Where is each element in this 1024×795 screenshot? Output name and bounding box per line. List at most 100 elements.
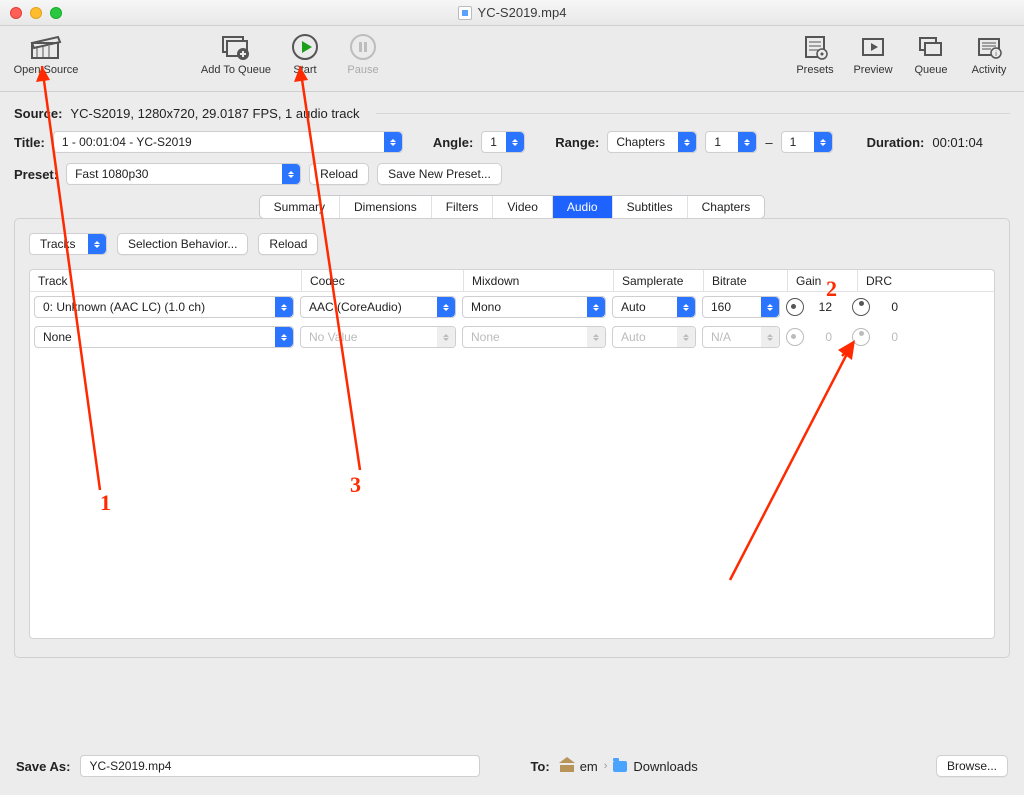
gain-knob-icon [786,328,804,346]
pause-button[interactable]: Pause [334,30,392,76]
track-select[interactable]: 0: Unknown (AAC LC) (1.0 ch) [34,296,294,318]
range-from-select[interactable]: 1 [705,131,757,153]
tracks-menu[interactable]: Tracks [29,233,107,255]
col-samplerate[interactable]: Samplerate [614,270,704,291]
images-plus-icon [219,32,253,62]
col-mixdown[interactable]: Mixdown [464,270,614,291]
gain-value: 0 [814,330,832,344]
range-dash: – [765,135,772,150]
clapperboard-icon [29,32,63,62]
angle-label: Angle: [433,135,473,150]
col-track[interactable]: Track [30,270,302,291]
gain-knob-icon[interactable] [786,298,804,316]
settings-tabs: Summary Dimensions Filters Video Audio S… [259,195,766,219]
samplerate-select[interactable]: Auto [612,296,696,318]
angle-select[interactable]: 1 [481,131,525,153]
col-drc[interactable]: DRC [858,270,928,291]
preview-icon [856,32,890,62]
codec-select[interactable]: AAC (CoreAudio) [300,296,456,318]
drc-knob-icon [852,328,870,346]
divider [376,113,1011,114]
source-value: YC-S2019, 1280x720, 29.0187 FPS, 1 audio… [70,106,359,121]
play-icon [288,32,322,62]
activity-icon: i [972,32,1006,62]
browse-button[interactable]: Browse... [936,755,1008,777]
range-from-value: 1 [714,135,721,149]
range-type-select[interactable]: Chapters [607,131,697,153]
range-label: Range: [555,135,599,150]
add-to-queue-label: Add To Queue [201,64,271,76]
preview-button[interactable]: Preview [844,30,902,76]
open-source-label: Open Source [14,64,79,76]
main-toolbar: Open Source Add To Queue Start Pause Pre… [0,26,1024,92]
col-codec[interactable]: Codec [302,270,464,291]
preset-label: Preset: [14,167,58,182]
angle-value: 1 [490,135,497,149]
window-title: YC-S2019.mp4 [478,5,567,20]
col-gain[interactable]: Gain [788,270,858,291]
tab-audio[interactable]: Audio [553,196,613,218]
file-icon [458,6,472,20]
presets-button[interactable]: Presets [786,30,844,76]
preset-reload-button[interactable]: Reload [309,163,369,185]
presets-icon [798,32,832,62]
add-to-queue-button[interactable]: Add To Queue [196,30,276,76]
tab-dimensions[interactable]: Dimensions [340,196,432,218]
selection-behavior-button[interactable]: Selection Behavior... [117,233,248,255]
destination-path[interactable]: em › Downloads [560,759,698,774]
audio-track-row: 0: Unknown (AAC LC) (1.0 ch) AAC (CoreAu… [30,292,994,322]
save-as-label: Save As: [16,759,70,774]
source-label: Source: [14,106,62,121]
tab-summary[interactable]: Summary [260,196,340,218]
window-titlebar: YC-S2019.mp4 [0,0,1024,26]
mixdown-select: None [462,326,606,348]
gain-value: 12 [814,300,832,314]
tab-subtitles[interactable]: Subtitles [613,196,688,218]
drc-value: 0 [880,300,898,314]
start-label: Start [293,64,316,76]
home-icon [560,760,574,772]
preset-select[interactable]: Fast 1080p30 [66,163,301,185]
col-bitrate[interactable]: Bitrate [704,270,788,291]
path-user: em [580,759,598,774]
start-button[interactable]: Start [276,30,334,76]
folder-icon [613,761,627,772]
bitrate-select[interactable]: 160 [702,296,780,318]
audio-tracks-table: Track Codec Mixdown Samplerate Bitrate G… [29,269,995,639]
save-new-preset-button[interactable]: Save New Preset... [377,163,502,185]
tab-filters[interactable]: Filters [432,196,494,218]
open-source-button[interactable]: Open Source [6,30,86,76]
chevron-right-icon: › [604,760,608,772]
queue-button[interactable]: Queue [902,30,960,76]
preset-value: Fast 1080p30 [75,167,148,181]
audio-panel: Tracks Selection Behavior... Reload Trac… [14,218,1010,658]
source-row: Source: YC-S2019, 1280x720, 29.0187 FPS,… [14,106,1010,121]
range-to-select[interactable]: 1 [781,131,833,153]
duration-label: Duration: [867,135,925,150]
queue-icon [914,32,948,62]
to-label: To: [530,759,549,774]
path-folder: Downloads [633,759,697,774]
audio-reload-button[interactable]: Reload [258,233,318,255]
queue-label: Queue [914,64,947,76]
mixdown-select[interactable]: Mono [462,296,606,318]
track-select[interactable]: None [34,326,294,348]
drc-knob-icon[interactable] [852,298,870,316]
bitrate-select: N/A [702,326,780,348]
presets-label: Presets [796,64,833,76]
range-to-value: 1 [790,135,797,149]
activity-label: Activity [972,64,1007,76]
range-type-value: Chapters [616,135,665,149]
pause-label: Pause [347,64,378,76]
title-label: Title: [14,135,45,150]
pause-icon [346,32,380,62]
save-as-input[interactable]: YC-S2019.mp4 [80,755,480,777]
title-select[interactable]: 1 - 00:01:04 - YC-S2019 [53,131,403,153]
activity-button[interactable]: i Activity [960,30,1018,76]
tab-video[interactable]: Video [493,196,552,218]
preview-label: Preview [853,64,892,76]
audio-track-row: None No Value None Auto N/A 0 0 [30,322,994,352]
codec-select: No Value [300,326,456,348]
title-value: 1 - 00:01:04 - YC-S2019 [62,135,192,149]
tab-chapters[interactable]: Chapters [688,196,765,218]
